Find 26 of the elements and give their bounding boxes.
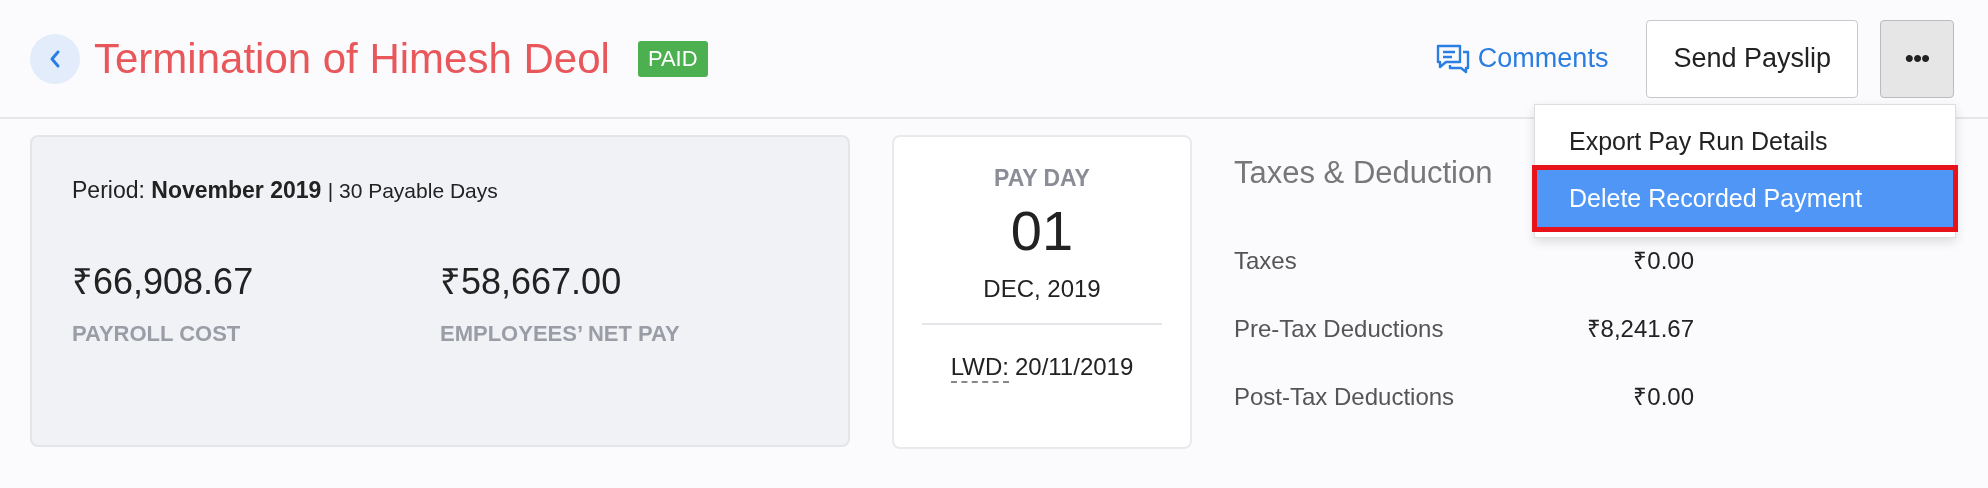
back-button[interactable] (30, 33, 80, 84)
amount-value: ₹58,667.00 (440, 260, 623, 304)
deduction-label: Taxes (1234, 247, 1297, 275)
menu-item[interactable]: Export Pay Run Details (1537, 113, 1953, 170)
more-options-button[interactable]: ••• (1880, 19, 1954, 98)
status-badge: PAID (637, 40, 708, 77)
chevron-left-icon (48, 48, 62, 69)
lwd-date: 20/11/2019 (1014, 353, 1134, 382)
pay-day-label: PAY DAY (994, 165, 1090, 192)
send-payslip-button[interactable]: Send Payslip (1646, 19, 1858, 98)
comments-link[interactable]: Comments (1435, 43, 1609, 74)
deduction-label: Pre-Tax Deductions (1234, 315, 1444, 343)
comments-icon (1435, 43, 1470, 74)
deduction-value: ₹8,241.67 (1586, 314, 1694, 344)
pay-day-month: DEC, 2019 (983, 275, 1101, 303)
period-text: Period: November 2019 | 30 Payable Days (72, 177, 499, 204)
lwd-label: LWD: (950, 353, 1009, 383)
section-title: Taxes & Deduction (1234, 155, 1494, 191)
deduction-value: ₹0.00 (1633, 246, 1694, 276)
amount-label: EMPLOYEES’ NET PAY (440, 321, 681, 347)
deduction-label: Post-Tax Deductions (1234, 383, 1455, 411)
amount-value: ₹66,908.67 (72, 260, 255, 304)
deduction-value: ₹0.00 (1633, 382, 1694, 412)
amount-label: PAYROLL COST (72, 321, 242, 347)
page-title: Termination of Himesh Deol (94, 34, 610, 83)
pay-day-date: 01 (1010, 198, 1074, 263)
